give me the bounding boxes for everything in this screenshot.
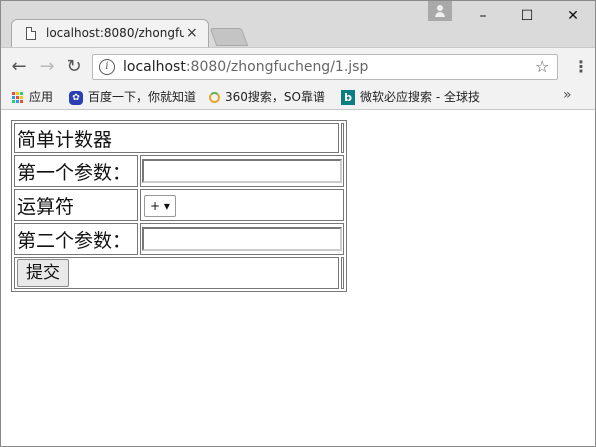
page-icon [26, 27, 36, 40]
tab-strip: localhost:8080/zhongfu × – ☐ ✕ [1, 1, 595, 48]
operator-label: 运算符 [14, 189, 138, 221]
close-window-button[interactable]: ✕ [563, 7, 583, 25]
submit-cell: 提交 [14, 257, 339, 289]
more-bookmarks-icon[interactable]: » [563, 87, 572, 103]
bookmark-360[interactable]: 360搜索，SO靠谱 [209, 88, 325, 106]
param1-cell [140, 155, 344, 187]
baidu-paw-icon: ✿ [69, 90, 83, 105]
operator-select[interactable]: + ▾ [144, 195, 176, 217]
url-path: :8080/zhongfucheng/1.jsp [185, 59, 369, 75]
operator-row: 运算符 + ▾ [14, 189, 344, 221]
person-icon-body [435, 12, 445, 17]
param2-input[interactable] [142, 227, 342, 251]
minimize-button[interactable]: – [473, 7, 493, 25]
maximize-button[interactable]: ☐ [517, 7, 537, 25]
operator-cell: + ▾ [140, 189, 344, 221]
bookmarks-bar: 应用 ✿ 百度一下，你就知道 360搜索，SO靠谱 b 微软必应搜索 - 全球技 » [1, 85, 595, 110]
url-host: localhost [123, 59, 186, 75]
profile-button[interactable] [428, 1, 452, 21]
row-spacer [341, 123, 344, 153]
bookmark-apps[interactable]: 应用 [12, 88, 53, 106]
bookmark-bing[interactable]: b 微软必应搜索 - 全球技 [341, 88, 481, 106]
bookmark-label: 应用 [29, 90, 54, 104]
apps-icon [12, 91, 24, 104]
param1-row: 第一个参数： [14, 155, 344, 187]
reload-button[interactable]: ↻ [64, 57, 84, 77]
bookmark-label: 百度一下，你就知道 [88, 90, 197, 104]
bing-icon: b [341, 90, 355, 105]
tab-title: localhost:8080/zhongfu [46, 26, 184, 40]
back-button[interactable]: ← [9, 57, 29, 77]
submit-row: 提交 [14, 257, 344, 289]
param1-input[interactable] [142, 159, 342, 183]
browser-toolbar: ← → ↻ i localhost:8080/zhongfucheng/1.js… [1, 47, 595, 86]
param2-label: 第二个参数： [14, 223, 138, 255]
calculator-form: 简单计数器 第一个参数： 运算符 + ▾ 第二个参数： 提交 [11, 120, 347, 292]
page-content: 简单计数器 第一个参数： 运算符 + ▾ 第二个参数： 提交 [1, 110, 595, 446]
info-icon[interactable]: i [99, 59, 115, 75]
param2-cell [140, 223, 344, 255]
form-title: 简单计数器 [14, 123, 339, 153]
tab-close-button[interactable]: × [186, 25, 198, 41]
360-ring-icon [209, 92, 220, 103]
submit-button[interactable]: 提交 [17, 259, 69, 287]
param1-label: 第一个参数： [14, 155, 138, 187]
browser-window: localhost:8080/zhongfu × – ☐ ✕ ← → ↻ i l… [0, 0, 596, 447]
bookmark-label: 微软必应搜索 - 全球技 [360, 90, 480, 104]
param2-row: 第二个参数： [14, 223, 344, 255]
bookmark-label: 360搜索，SO靠谱 [225, 90, 325, 104]
address-bar[interactable]: i localhost:8080/zhongfucheng/1.jsp ☆ [92, 54, 558, 80]
menu-icon[interactable]: ⋮ [573, 57, 589, 77]
title-row: 简单计数器 [14, 123, 344, 153]
row-spacer [341, 257, 344, 289]
new-tab-button[interactable] [209, 28, 249, 46]
person-icon [437, 5, 443, 11]
url-text[interactable]: localhost:8080/zhongfucheng/1.jsp [123, 59, 368, 75]
bookmark-star-icon[interactable]: ☆ [535, 57, 549, 76]
browser-tab[interactable]: localhost:8080/zhongfu × [11, 19, 209, 48]
forward-button[interactable]: → [37, 57, 57, 77]
bookmark-baidu[interactable]: ✿ 百度一下，你就知道 [69, 88, 196, 106]
